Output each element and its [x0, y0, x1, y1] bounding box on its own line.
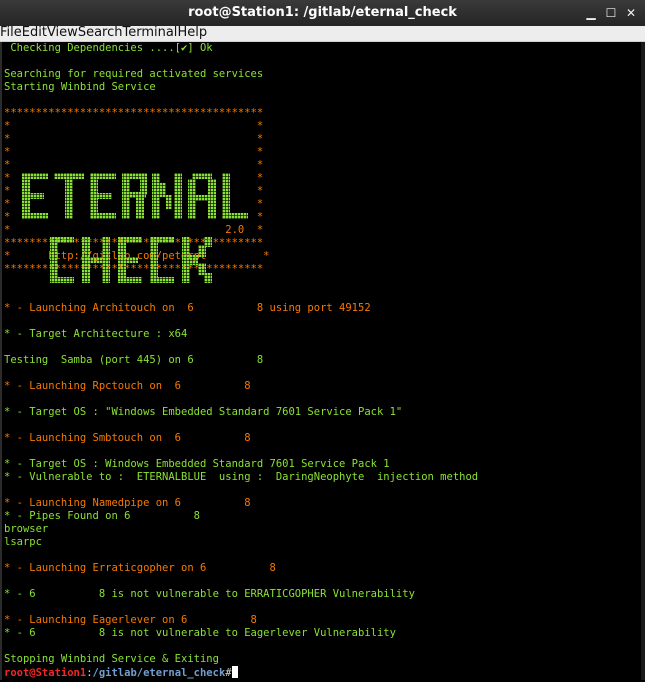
menu-search[interactable]: Search	[78, 26, 123, 41]
output-line	[2, 94, 643, 107]
output-line: Starting Winbind Service	[4, 81, 156, 93]
menu-bar: File Edit View Search Terminal Help	[0, 26, 645, 42]
output-line: * - Pipes Found on 6 8	[4, 510, 200, 522]
terminal-output[interactable]: Checking Dependencies ....[✔] Ok Searchi…	[0, 42, 645, 680]
maximize-icon[interactable]: ☐	[603, 5, 619, 21]
output-line: Stopping Winbind Service & Exiting	[4, 653, 219, 665]
output-line: * - Launching Eagerlever on 6 8	[4, 614, 257, 626]
output-lines: Checking Dependencies ....[✔] Ok Searchi…	[2, 42, 643, 666]
output-line: Searching for required activated service…	[4, 68, 264, 80]
menu-terminal[interactable]: Terminal	[122, 26, 177, 41]
output-line	[2, 315, 643, 328]
output-line: * - Target OS : Windows Embedded Standar…	[4, 458, 390, 470]
output-line: ****************************************…	[4, 107, 264, 119]
output-line: * - Target OS : "Windows Embedded Standa…	[4, 406, 403, 418]
output-line	[2, 393, 643, 406]
output-line: * - 6 8 is not vulnerable to ERRATICGOPH…	[4, 588, 415, 600]
eternal-check-ascii-banner	[22, 173, 248, 283]
output-line	[2, 445, 643, 458]
shell-prompt[interactable]: root@Station1:/gitlab/eternal_check#	[2, 666, 643, 680]
terminal-window: root@Station1: /gitlab/eternal_check ▁ ☐…	[0, 0, 645, 682]
output-line	[2, 484, 643, 497]
menu-edit[interactable]: Edit	[22, 26, 47, 41]
minimize-icon[interactable]: ▁	[583, 5, 599, 21]
scrollbar[interactable]	[641, 42, 645, 680]
output-line: lsarpc	[4, 536, 42, 548]
output-line	[2, 341, 643, 354]
output-line	[2, 419, 643, 432]
title-bar[interactable]: root@Station1: /gitlab/eternal_check ▁ ☐…	[0, 0, 645, 26]
window-title: root@Station1: /gitlab/eternal_check	[188, 5, 457, 20]
output-line: Testing Samba (port 445) on 6 8	[4, 354, 264, 366]
output-line	[2, 367, 643, 380]
output-line: * - Launching Namedpipe on 6 8	[4, 497, 251, 509]
output-line	[2, 640, 643, 653]
output-line: Checking Dependencies ....[✔] Ok	[4, 42, 213, 54]
output-line: browser	[4, 523, 49, 535]
output-line	[2, 55, 643, 68]
output-line: * *	[4, 146, 264, 158]
output-line	[2, 575, 643, 588]
prompt-path: /gitlab/eternal_check	[92, 667, 226, 679]
prompt-user: root@Station1	[4, 667, 87, 679]
close-icon[interactable]: ✕	[623, 5, 639, 21]
text-cursor	[231, 666, 238, 678]
menu-help[interactable]: Help	[177, 26, 207, 41]
output-line: * - Launching Architouch on 6 8 using po…	[4, 302, 371, 314]
output-line	[2, 549, 643, 562]
output-line: * - Target Architecture : x64	[4, 328, 188, 340]
menu-file[interactable]: File	[0, 26, 22, 41]
output-line: * *	[4, 120, 264, 132]
output-line	[2, 601, 643, 614]
output-line: * - 6 8 is not vulnerable to Eagerlever …	[4, 627, 396, 639]
output-line: * - Vulnerable to : ETERNALBLUE using : …	[4, 471, 479, 483]
output-line: * - Launching Smbtouch on 6 8	[4, 432, 251, 444]
output-line: * *	[4, 133, 264, 145]
menu-view[interactable]: View	[47, 26, 78, 41]
output-line: * - Launching Rpctouch on 6 8	[4, 380, 251, 392]
output-line: * - Launching Erraticgopher on 6 8	[4, 562, 276, 574]
